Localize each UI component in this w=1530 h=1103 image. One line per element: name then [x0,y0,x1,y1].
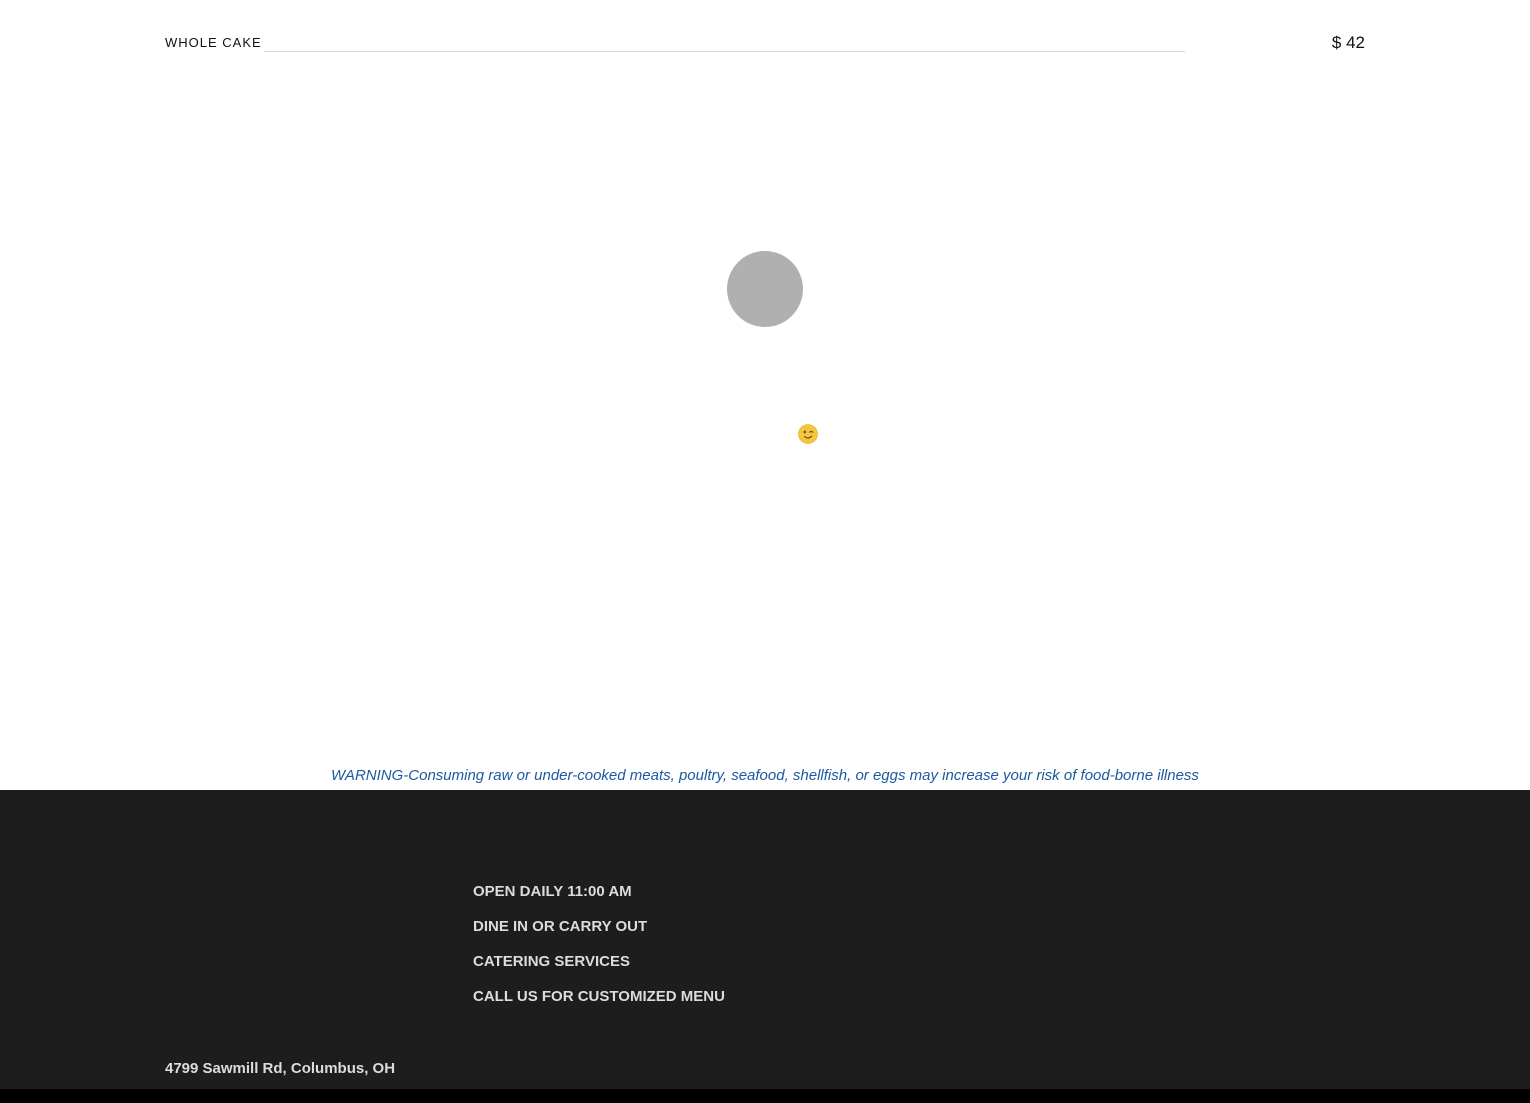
menu-leader-line [264,51,1185,52]
footer-info-item: CATERING SERVICES [473,953,630,970]
footer-info-item: DINE IN OR CARRY OUT [473,918,648,935]
footer-info-item: CALL US FOR CUSTOMIZED MENU [473,988,725,1005]
food-safety-warning: WARNING-Consuming raw or under-cooked me… [331,767,1199,784]
menu-item-row: WHOLE CAKE $ 42 [165,30,1365,56]
page: WHOLE CAKE $ 42 WARNING-Consuming raw or… [0,0,1530,1103]
menu-item-price: $ 42 [1331,33,1365,52]
footer-bottom-bar [0,1089,1530,1103]
loading-circle-icon [727,251,803,327]
menu-item-name: WHOLE CAKE [165,35,262,50]
footer-info-item: OPEN DAILY 11:00 AM [473,883,632,900]
footer-address: 4799 Sawmill Rd, Columbus, OH [165,1060,396,1077]
footer: OPEN DAILY 11:00 AM DINE IN OR CARRY OUT… [0,790,1530,1089]
footer-info-list: OPEN DAILY 11:00 AM DINE IN OR CARRY OUT… [473,882,725,1022]
wink-emoji-icon [798,424,818,444]
